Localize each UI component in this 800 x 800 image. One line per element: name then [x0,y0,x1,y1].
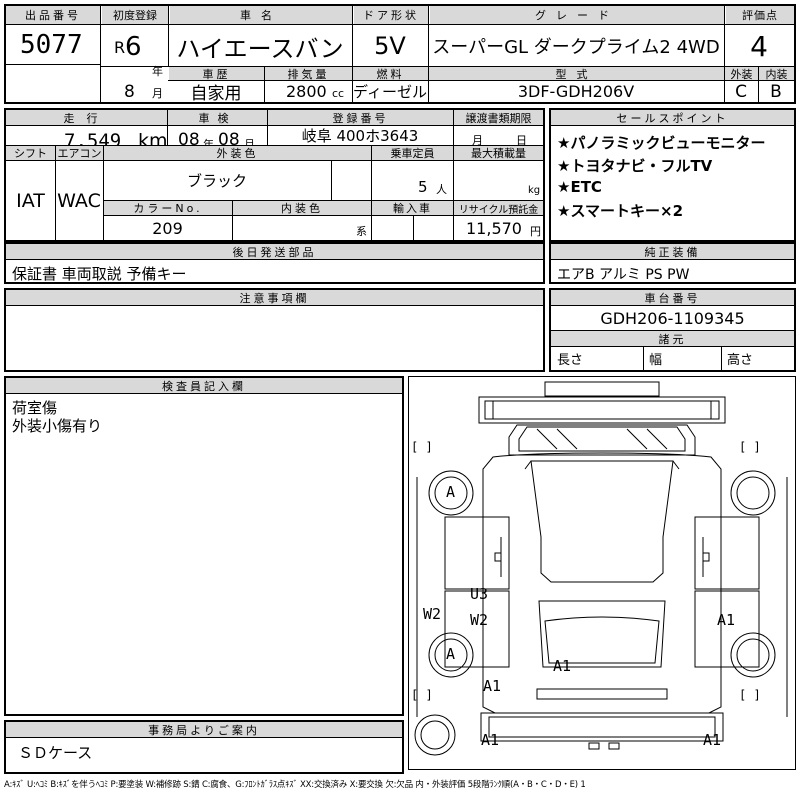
int-grade: B [770,81,782,102]
later-parts-box: 後日発送部品 保証書 車両取説 予備キー [4,242,545,284]
grade-label: グレード [430,6,724,24]
seats: 5 [418,178,428,196]
damage-mark: A1 [553,657,572,675]
sales-label: セールスポイント [551,110,794,125]
seats-label: 乗車定員 [372,146,453,160]
door-type: 5V [374,32,406,60]
caution-label: 注意事項欄 [6,290,543,305]
damage-mark: A [446,483,456,501]
length-label: 長さ [557,353,584,368]
damage-mark: W2 [470,611,489,629]
history: 自家用 [190,84,242,102]
first-reg-label: 初度登録 [102,6,168,24]
sales-point-item: ★パノラミックビューモニター [557,134,766,152]
sales-point-item: ★スマートキー×2 [557,202,684,220]
color-number: 209 [152,218,183,238]
inspect-label: 車検 [168,110,267,125]
reg-month: 8 [124,82,135,102]
specs-label: 諸元 [551,331,794,346]
sales-point-item: ★ETC [557,178,602,196]
disp-unit: cc [332,87,345,100]
damage-mark: A1 [703,731,722,749]
grade: スーパーGL ダークプライム2 4WD [432,37,720,58]
fuel-label: 燃料 [353,67,428,81]
damage-mark: A1 [717,611,736,629]
caution-box: 注意事項欄 [4,288,545,372]
ac-label: エアコン [56,146,103,160]
score-label: 評価点 [726,6,794,24]
month-unit: 月 [152,87,163,100]
inspector-box: 検査員記入欄 荷室傷 外装小傷有り [4,376,404,716]
era: R [114,38,126,57]
color-label: 外装色 [104,146,371,160]
bracket-mark: [ ] [411,440,433,454]
later-parts-value: 保証書 車両取説 予備キー [12,265,187,283]
damage-mark: A1 [481,731,500,749]
displacement: 2800 [286,82,327,101]
import-label: 輸入車 [372,201,453,215]
ext-grade: C [735,81,747,102]
office-label: 事務局よりご案内 [6,722,402,737]
disp-label: 排気量 [265,67,352,81]
colorno-label: カラーNo. [104,201,232,215]
shift: IAT [16,189,45,212]
damage-mark: A [446,645,456,663]
model-code: 3DF-GDH206V [517,82,635,101]
car-diagram-box: [ ] [ ] [ ] [ ] A A U3 W2 W2 A1 A1 A1 A1… [408,376,796,770]
later-parts-label: 後日発送部品 [6,244,543,259]
legend: A:ｷｽﾞ U:ﾍｺﾐ B:ｷｽﾞを伴うﾍｺﾐ P:要塗装 W:補修跡 S:錆 … [4,780,586,790]
load-unit: kg [528,185,541,196]
reg-label: 登録番号 [268,110,453,125]
ext-label: 外装 [725,67,758,81]
intcolor-label: 内装色 [233,201,371,215]
office-box: 事務局よりご案内 ＳＤケース [4,720,404,774]
damage-mark: W2 [423,605,442,623]
fuel: ディーゼル [353,83,427,101]
model-label: 型式 [429,67,724,81]
score: 4 [750,29,768,63]
reg-number: 岐阜 400ホ3643 [301,127,419,145]
ext-color: ブラック [186,172,247,190]
chassis-box: 車台番号 GDH206-1109345 諸元 長さ 幅 高さ [549,288,796,372]
chassis-label: 車台番号 [551,290,794,305]
damage-mark: U3 [470,585,489,603]
reg-year: 6 [125,32,142,62]
office-value: ＳＤケース [18,744,93,762]
car-name: ハイエースバン [176,34,344,63]
car-diagram [414,381,788,756]
bracket-mark: [ ] [411,688,433,702]
history-label: 車歴 [169,67,264,81]
equipment-box: 純正装備 エアB アルミ PS PW [549,242,796,284]
seats-unit: 人 [436,183,447,196]
equipment-label: 純正装備 [551,244,794,259]
lot-label: 出品番号 [6,6,100,24]
inspector-note: 外装小傷有り [12,417,103,435]
int-label: 内装 [759,67,794,81]
load-label: 最大積載量 [454,146,543,160]
height-label: 高さ [727,353,754,368]
recycle-fee: 11,570 [466,219,522,238]
shift-label: シフト [6,146,55,160]
name-label: 車名 [170,6,352,24]
width-label: 幅 [649,353,663,368]
door-label: ドア形状 [354,6,428,24]
header-box: 出品番号 初度登録 車名 ドア形状 グレード 評価点 5077 R 6 年 8 … [4,4,796,104]
lot-number: 5077 [20,30,83,60]
damage-mark: A1 [483,677,502,695]
recycle-label: リサイクル預託金 [454,201,543,216]
inspector-label: 検査員記入欄 [6,378,402,393]
transfer-label: 譲渡書類期限 [454,110,543,125]
intcolor-unit: 系 [356,225,367,238]
bracket-mark: [ ] [739,688,761,702]
mileage-label: 走行 [6,110,167,125]
sales-points-box: セールスポイント ★パノラミックビューモニター ★トヨタナビ・フルTV ★ETC… [549,108,796,242]
equipment-value: エアB アルミ PS PW [557,267,690,283]
bracket-mark: [ ] [739,440,761,454]
sales-point-item: ★トヨタナビ・フルTV [557,157,713,175]
ac: WAC [57,189,101,212]
recycle-unit: 円 [530,225,541,238]
details-box: 走行 車検 登録番号 譲渡書類期限 7,549 km 08 年 08 月 岐阜 … [4,108,545,242]
chassis-number: GDH206-1109345 [600,308,745,328]
year-unit: 年 [152,65,163,78]
